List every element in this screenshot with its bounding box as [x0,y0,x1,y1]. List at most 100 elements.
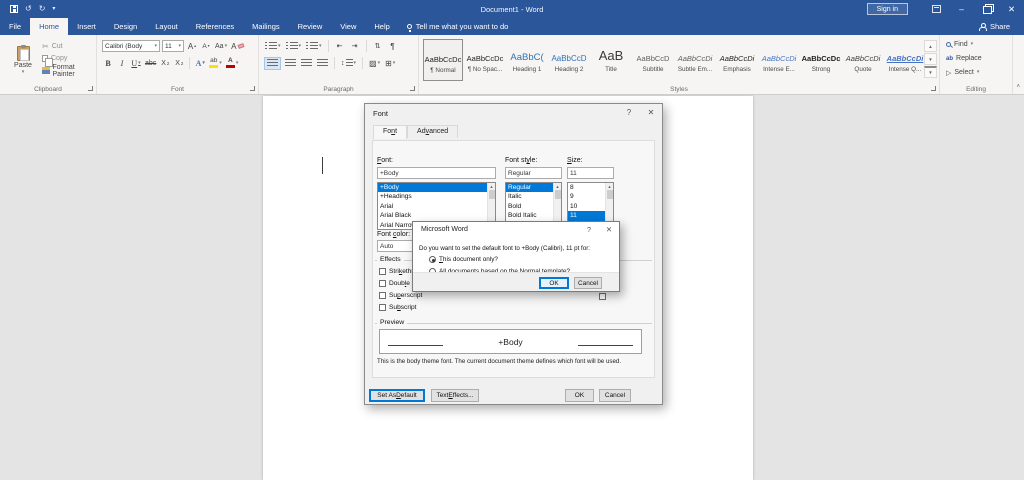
tab-insert[interactable]: Insert [68,18,105,35]
font-name-field[interactable]: +Body [377,167,496,179]
font-list-item[interactable]: +Headings [378,192,495,201]
style-intense-emphasis[interactable]: AaBbCcDiIntense E... [759,39,799,81]
borders-button[interactable]: ⊞▾ [384,57,396,70]
sign-in-button[interactable]: Sign in [867,3,908,15]
select-button[interactable]: ▷Select▾ [946,66,982,79]
italic-button[interactable]: I [116,57,128,70]
tab-design[interactable]: Design [105,18,146,35]
message-box-close-button[interactable]: ✕ [599,222,619,236]
replace-button[interactable]: abReplace [946,52,982,65]
style-no-spacing[interactable]: AaBbCcDc¶ No Spac... [465,39,505,81]
style-quote[interactable]: AaBbCcDiQuote [843,39,883,81]
font-list-item[interactable]: Arial [378,202,495,211]
numbering-button[interactable]: ▾ [285,40,303,53]
superscript-button[interactable]: X2 [173,57,185,70]
style-intense-quote[interactable]: AaBbCcDiIntense Q... [885,39,925,81]
line-spacing-button[interactable]: ↕▾ [340,57,357,70]
save-icon[interactable] [10,5,18,13]
minimize-button[interactable]: – [949,0,974,18]
font-color-button[interactable]: A▾ [225,57,240,70]
style-emphasis[interactable]: AaBbCcDiEmphasis [717,39,757,81]
paragraph-dialog-launcher[interactable] [410,86,415,91]
message-box-cancel-button[interactable]: Cancel [574,277,602,289]
style-heading-1[interactable]: AaBbC(Heading 1 [507,39,547,81]
font-name-combo[interactable]: Calibri (Body▾ [102,40,160,52]
tab-file[interactable]: File [0,18,30,35]
change-case-button[interactable]: Aa▾ [214,40,228,53]
styles-scroll-down-button[interactable]: ▼ [924,53,937,65]
subscript-button[interactable]: X2 [159,57,171,70]
clear-formatting-button[interactable]: A [230,40,245,53]
ribbon-display-options-button[interactable] [924,0,949,18]
justify-button[interactable] [316,57,329,70]
style-normal[interactable]: AaBbCcDc¶ Normal [423,39,463,81]
collapse-ribbon-button[interactable]: ˄ [1016,84,1020,90]
message-box-help-button[interactable]: ? [579,222,599,236]
sort-button[interactable]: ⇅ [372,40,384,53]
font-dialog-ok-button[interactable]: OK [565,389,594,402]
font-style-field[interactable]: Regular [505,167,562,179]
style-subtitle[interactable]: AaBbCcDSubtitle [633,39,673,81]
tab-layout[interactable]: Layout [146,18,187,35]
shading-button[interactable]: ▨▾ [368,57,381,70]
find-button[interactable]: Find▾ [946,38,982,51]
increase-indent-button[interactable]: ⇥ [349,40,361,53]
redo-icon[interactable]: ↻ [39,5,46,13]
radio-this-document-only[interactable]: This document only? [429,256,498,263]
shrink-font-button[interactable]: A▾ [200,40,212,53]
font-dialog-launcher[interactable] [250,86,255,91]
paste-button[interactable]: Paste ▾ [7,39,39,82]
font-dialog-cancel-button[interactable]: Cancel [599,389,631,402]
customize-qat-icon[interactable]: ▾ [52,5,55,13]
tell-me-box[interactable]: Tell me what you want to do [399,18,517,35]
tab-advanced[interactable]: Advanced [407,125,458,138]
dialog-close-button[interactable]: ✕ [640,104,662,120]
grow-font-button[interactable]: A▴ [186,40,198,53]
bold-button[interactable]: B [102,57,114,70]
tab-review[interactable]: Review [289,18,332,35]
styles-dialog-launcher[interactable] [931,86,936,91]
tab-home[interactable]: Home [30,18,68,35]
tab-mailings[interactable]: Mailings [243,18,289,35]
bullets-button[interactable]: ▾ [264,40,282,53]
text-effects-button[interactable]: A▾ [194,57,206,70]
highlight-color-button[interactable]: ab▾ [208,57,223,70]
font-list-item[interactable]: +Body [378,183,495,192]
style-title[interactable]: AaBTitle [591,39,631,81]
multilevel-list-button[interactable]: ▾ [305,40,323,53]
restore-button[interactable] [974,0,999,18]
superscript-checkbox[interactable]: Superscript [379,292,422,299]
replace-icon: ab [946,56,953,62]
style-subtle-emphasis[interactable]: AaBbCcDiSubtle Em... [675,39,715,81]
align-center-button[interactable] [284,57,297,70]
subscript-checkbox[interactable]: Subscript [379,304,417,311]
share-button[interactable]: Share [979,18,1024,35]
copy-button[interactable]: Copy [42,53,96,64]
tab-references[interactable]: References [187,18,243,35]
align-right-button[interactable] [300,57,313,70]
font-list-item[interactable]: Arial Black [378,211,495,220]
underline-button[interactable]: U▾ [130,57,142,70]
dialog-help-button[interactable]: ? [618,104,640,120]
size-field[interactable]: 11 [567,167,614,179]
tab-help[interactable]: Help [365,18,398,35]
partially-hidden-checkbox[interactable] [599,293,606,300]
strikethrough-button[interactable]: abc [144,57,157,70]
styles-more-button[interactable]: ▼ [924,66,937,78]
style-strong[interactable]: AaBbCcDcStrong [801,39,841,81]
undo-icon[interactable]: ↺ [25,5,32,13]
align-left-button[interactable] [264,57,281,70]
decrease-indent-button[interactable]: ⇤ [334,40,346,53]
tab-font[interactable]: Font [373,125,407,139]
cut-button[interactable]: ✂Cut [42,41,96,52]
text-effects-button-dialog[interactable]: Text Effects... [431,389,479,402]
message-box-ok-button[interactable]: OK [539,277,569,289]
font-size-combo[interactable]: 11▾ [162,40,184,52]
clipboard-dialog-launcher[interactable] [88,86,93,91]
tab-view[interactable]: View [331,18,365,35]
set-as-default-button[interactable]: Set As Default [369,389,425,402]
style-heading-2[interactable]: AaBbCcDHeading 2 [549,39,589,81]
show-hide-pilcrow-button[interactable]: ¶ [387,40,399,53]
close-button[interactable]: ✕ [999,0,1024,18]
styles-scroll-up-button[interactable]: ▲ [924,40,937,52]
